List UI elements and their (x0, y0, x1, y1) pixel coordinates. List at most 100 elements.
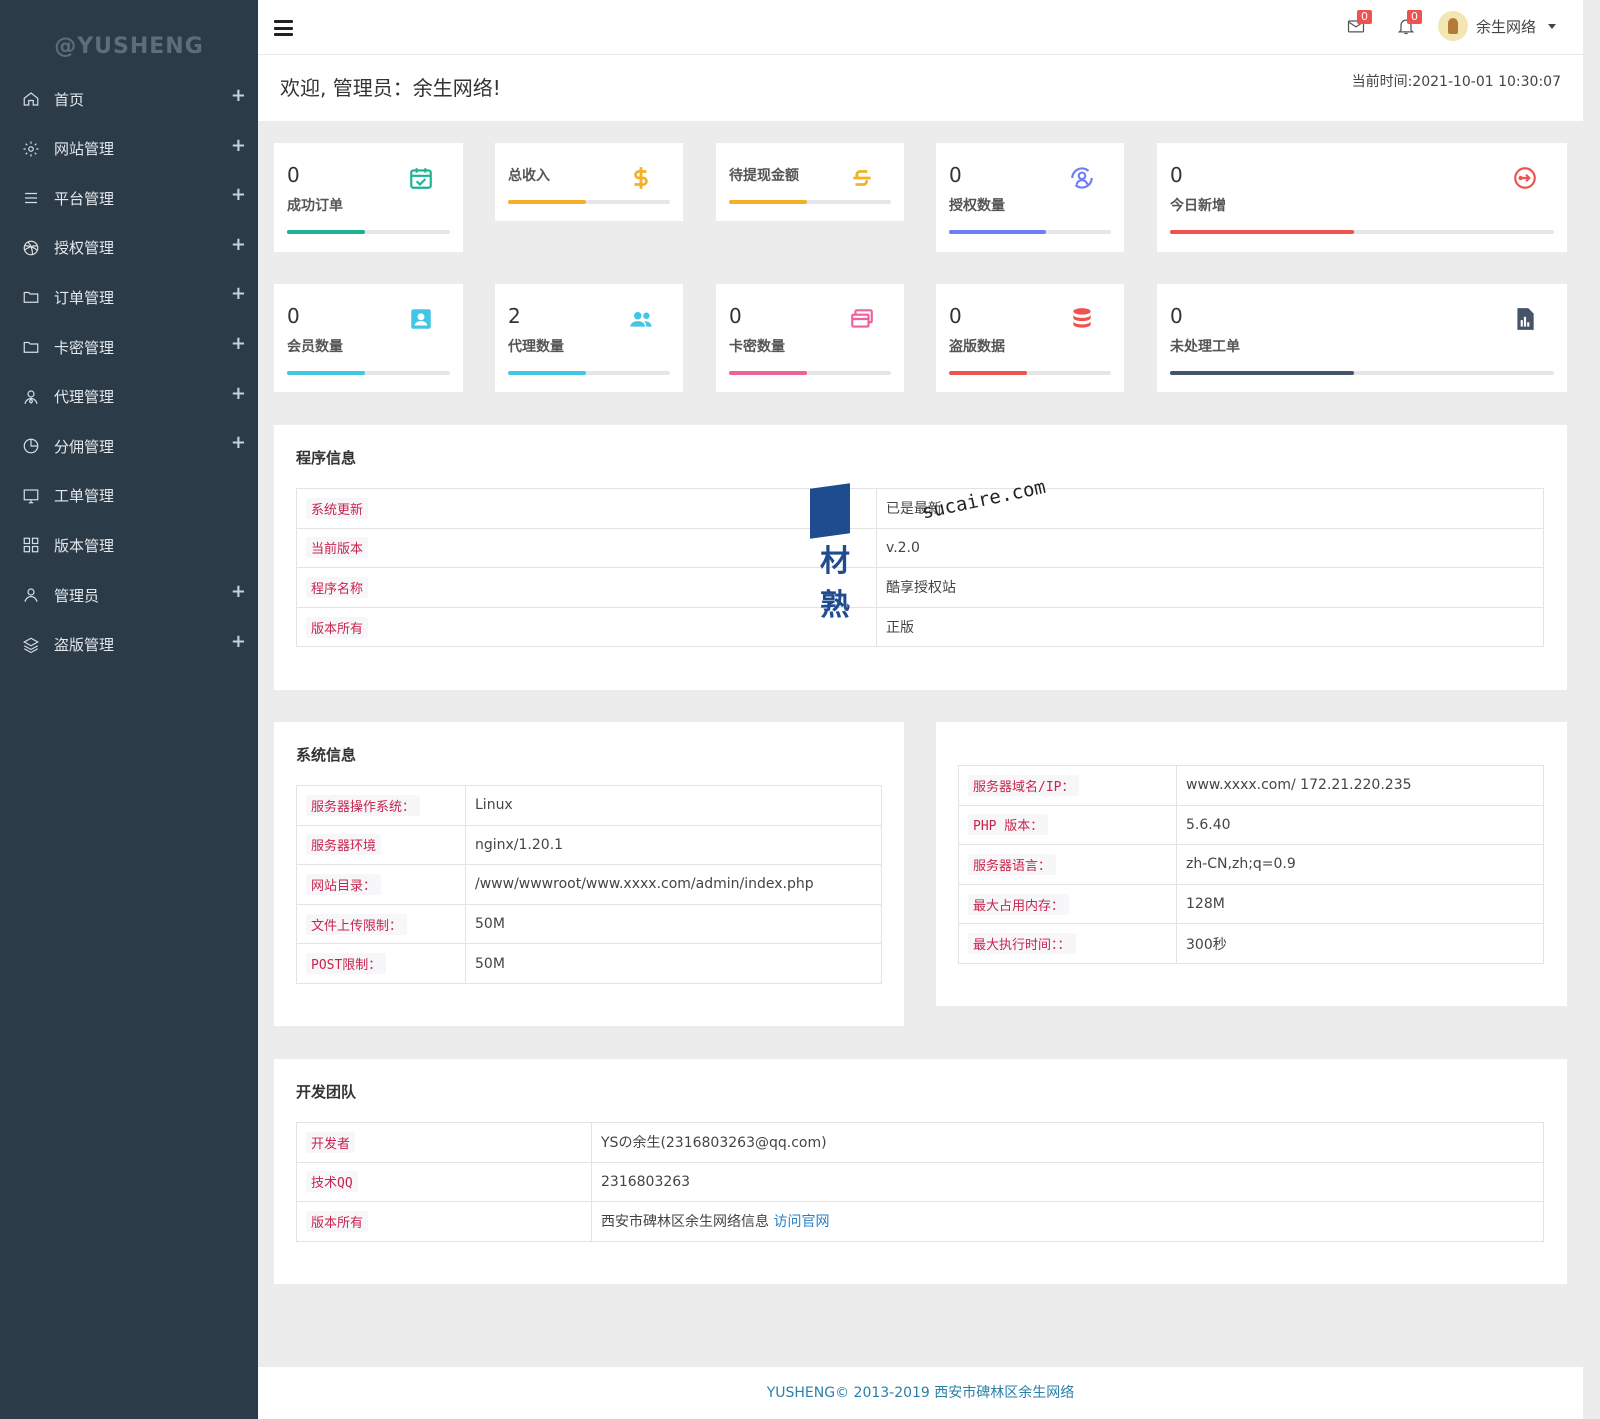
home-icon (20, 88, 42, 110)
stat-value: 0 (1170, 304, 1183, 328)
info-value: v.2.0 (886, 539, 920, 556)
sidebar-item-6[interactable]: 卡密管理 + (0, 325, 258, 369)
expand-plus-icon[interactable]: + (231, 631, 246, 652)
dev-team-panel: 开发团队 开发者 YSの余生(2316803263@qq.com) 技术QQ 2316… (274, 1059, 1567, 1284)
sidebar-item-label: 代理管理 (54, 388, 115, 407)
sidebar-item-label: 首页 (54, 90, 85, 109)
info-key: 开发者 (306, 1131, 356, 1153)
sidebar-item-label: 版本管理 (54, 536, 115, 555)
panel-title: 系统信息 (296, 746, 357, 764)
sidebar-item-1[interactable]: 首页 + (0, 77, 258, 121)
sidebar-item-label: 平台管理 (54, 189, 115, 208)
chevron-down-icon[interactable] (1548, 24, 1556, 29)
expand-plus-icon[interactable]: + (231, 283, 246, 304)
grid-icon (20, 534, 42, 556)
stat-progress-fill (949, 371, 1027, 375)
info-key-cell: 当前版本 (296, 527, 877, 569)
table-row: 文件上传限制： 50M (296, 903, 882, 945)
list-icon (20, 187, 42, 209)
stat-progress-track (287, 371, 450, 375)
info-key-cell: 服务器环境 (296, 824, 466, 866)
stat-progress-track (508, 200, 670, 204)
sidebar-item-label: 订单管理 (54, 288, 115, 307)
info-value: 5.6.40 (1186, 816, 1231, 833)
system-info-table: 服务器操作系统： Linux 服务器环境 nginx/1.20.1 网站目录： /www/… (296, 785, 882, 984)
menu-toggle-icon[interactable] (274, 20, 293, 36)
info-value: Linux (475, 797, 513, 814)
footer: YUSHENG© 2013-2019 西安市碑林区余生网络 (258, 1367, 1583, 1419)
database-icon (1069, 306, 1097, 334)
stat-progress-track (949, 371, 1111, 375)
sidebar-item-12[interactable]: 盗版管理 + (0, 623, 258, 667)
stat-card: 0 成功订单 (274, 143, 463, 252)
table-row: 最大执行时间：： 300秒 (958, 923, 1544, 964)
info-value-cell: 300秒 (1176, 923, 1544, 964)
expand-plus-icon[interactable]: + (231, 333, 246, 354)
info-value-cell: 50M (465, 903, 882, 945)
user-menu-name[interactable]: 余生网络 (1476, 16, 1536, 37)
sidebar-item-3[interactable]: 平台管理 + (0, 176, 258, 220)
expand-plus-icon[interactable]: + (231, 432, 246, 453)
table-row: 开发者 YSの余生(2316803263@qq.com) (296, 1122, 1544, 1163)
info-value: www.xxxx.com/ 172.21.220.235 (1186, 777, 1412, 794)
info-value: 50M (475, 955, 505, 972)
info-value: zh-CN,zh;q=0.9 (1186, 856, 1296, 873)
current-time: 当前时间:2021-10-01 10:30:07 (1351, 74, 1561, 90)
agent-icon (20, 386, 42, 408)
info-value: 128M (1186, 896, 1225, 913)
stat-value: 0 (1170, 163, 1183, 187)
sidebar-item-5[interactable]: 订单管理 + (0, 275, 258, 319)
info-key-cell: PHP 版本： (958, 804, 1177, 846)
stat-progress-track (508, 371, 670, 375)
info-value: 已是最新 (886, 501, 942, 518)
stat-progress-fill (508, 200, 586, 204)
info-key-cell: 最大占用内存： (958, 883, 1177, 925)
info-value: YSの余生(2316803263@qq.com) (601, 1135, 827, 1152)
info-key-cell: 开发者 (296, 1122, 592, 1163)
sidebar-item-label: 分佣管理 (54, 437, 115, 456)
info-value-cell: v.2.0 (876, 527, 1544, 569)
sidebar-item-7[interactable]: 代理管理 + (0, 375, 258, 419)
info-key-cell: 版本所有 (296, 606, 877, 648)
sidebar-item-10[interactable]: 版本管理 (0, 523, 258, 567)
monitor-icon (20, 485, 42, 507)
stat-value: 2 (508, 304, 521, 328)
sidebar-item-label: 卡密管理 (54, 338, 115, 357)
layers-icon (20, 634, 42, 656)
sidebar-item-8[interactable]: 分佣管理 + (0, 424, 258, 468)
pie-icon (20, 435, 42, 457)
stat-card: 待提现金额 (716, 143, 904, 221)
expand-plus-icon[interactable]: + (231, 383, 246, 404)
sidebar-item-2[interactable]: 网站管理 + (0, 127, 258, 171)
info-value-cell: 128M (1176, 883, 1544, 925)
table-row: 技术QQ 2316803263 (296, 1161, 1544, 1203)
notifications-button[interactable]: 0 (1396, 10, 1422, 38)
stat-label: 成功订单 (287, 198, 343, 214)
info-key: 服务器操作系统： (306, 794, 421, 816)
table-row: PHP 版本： 5.6.40 (958, 804, 1544, 846)
sidebar-item-4[interactable]: 授权管理 + (0, 226, 258, 270)
topbar: 0 0 余生网络 (258, 0, 1583, 55)
expand-plus-icon[interactable]: + (231, 581, 246, 602)
mail-button[interactable]: 0 (1346, 10, 1372, 38)
expand-plus-icon[interactable]: + (231, 184, 246, 205)
info-key: 服务器域名/IP： (968, 774, 1080, 796)
stat-card: 0 会员数量 (274, 284, 463, 392)
sidebar-item-9[interactable]: 工单管理 (0, 474, 258, 518)
server-info-table: 服务器域名/IP： www.xxxx.com/ 172.21.220.235 PHP… (958, 765, 1544, 964)
stat-progress-track (287, 230, 450, 234)
expand-plus-icon[interactable]: + (231, 135, 246, 156)
sidebar-item-11[interactable]: 管理员 + (0, 573, 258, 617)
table-row: 版本所有 正版 (296, 606, 1544, 648)
stat-card: 0 卡密数量 (716, 284, 904, 392)
avatar[interactable] (1438, 11, 1468, 41)
mail-count-badge: 0 (1357, 10, 1372, 24)
visit-site-link[interactable]: 访问官网 (773, 1214, 829, 1230)
expand-plus-icon[interactable]: + (231, 234, 246, 255)
table-row: 最大占用内存： 128M (958, 883, 1544, 925)
folder-icon (20, 336, 42, 358)
expand-plus-icon[interactable]: + (231, 85, 246, 106)
info-key: PHP 版本： (968, 814, 1049, 836)
info-key: 版本所有 (306, 1210, 369, 1232)
stat-label: 卡密数量 (729, 339, 785, 355)
